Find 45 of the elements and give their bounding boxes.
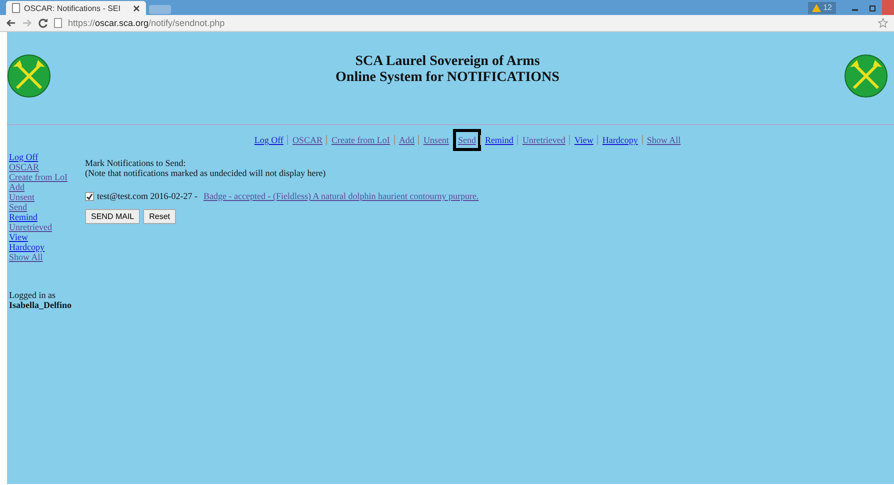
- nav-link[interactable]: Unretrieved: [522, 135, 566, 145]
- sidebar-link[interactable]: OSCAR: [9, 162, 81, 172]
- page-title: SCA Laurel Sovereign of Arms: [354, 54, 541, 70]
- page-title: Online System for NOTIFICATIONS: [334, 70, 560, 86]
- checkbox[interactable]: [85, 192, 94, 200]
- nav-link[interactable]: Send: [456, 132, 478, 148]
- sidebar-link[interactable]: View: [9, 232, 81, 242]
- form-button[interactable]: SEND MAIL: [85, 209, 140, 224]
- back-icon[interactable]: [6, 19, 16, 27]
- sidebar-link[interactable]: Remind: [9, 212, 81, 222]
- note-text: (Note that notifications marked as undecided will not display here): [85, 168, 327, 178]
- sidebar-link[interactable]: Send: [9, 202, 81, 212]
- heading: Mark Notifications to Send:: [85, 158, 187, 168]
- sidebar-link[interactable]: Log Off: [9, 152, 81, 162]
- nav-link[interactable]: Unsent: [423, 135, 449, 145]
- star-icon[interactable]: [878, 18, 888, 28]
- sidebar-link[interactable]: Unsent: [9, 192, 81, 202]
- alert-button[interactable]: 12: [808, 2, 836, 14]
- close-icon[interactable]: [133, 4, 140, 12]
- form-button[interactable]: Reset: [143, 209, 176, 224]
- nav-link[interactable]: Remind: [484, 135, 514, 145]
- sidebar-link[interactable]: Hardcopy: [9, 242, 81, 252]
- sidebar-link[interactable]: Add: [9, 182, 81, 192]
- logged-in-label: Logged in as: [9, 290, 56, 300]
- user-name: Isabella_Delfino: [9, 300, 73, 310]
- trumpets-logo: [7, 54, 51, 98]
- sidebar-link[interactable]: Show All: [9, 252, 81, 262]
- trumpets-logo: [844, 54, 888, 98]
- nav-link[interactable]: Log Off: [254, 135, 284, 145]
- nav-link[interactable]: OSCAR: [292, 135, 322, 145]
- sidebar-link[interactable]: Unretrieved: [9, 222, 81, 232]
- notification-link[interactable]: Badge - accepted - (Fieldless) A natural dolphin haurient contourny purpure.: [204, 191, 479, 201]
- notification-text: test@test.com 2016-02-27 -: [97, 191, 198, 201]
- browser-tab[interactable]: OSCAR: Notifications - SEI: [6, 1, 146, 15]
- warning-icon: [812, 4, 822, 12]
- nav-link[interactable]: View: [574, 135, 594, 145]
- nav-link[interactable]: Show All: [646, 135, 681, 145]
- page-icon: [12, 3, 20, 13]
- nav-link[interactable]: Create from LoI: [331, 135, 390, 145]
- page-icon: [54, 18, 62, 28]
- sidebar-link[interactable]: Create from LoI: [9, 172, 81, 182]
- reload-icon[interactable]: [38, 18, 48, 28]
- nav-link[interactable]: Add: [398, 135, 414, 145]
- nav-link[interactable]: Hardcopy: [602, 135, 638, 145]
- tab-title: OSCAR: Notifications - SEI: [24, 4, 120, 12]
